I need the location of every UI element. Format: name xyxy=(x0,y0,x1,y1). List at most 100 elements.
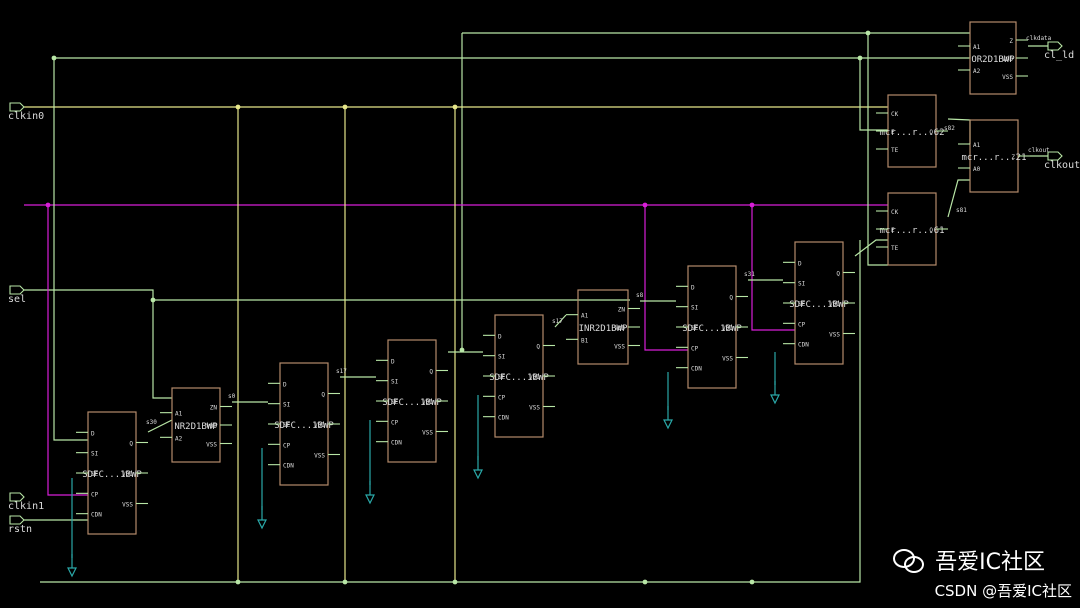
junction-dot xyxy=(342,579,348,585)
pin-label: VDD xyxy=(529,374,540,381)
junction-dot xyxy=(749,202,755,208)
port-clkin0: clkin0 xyxy=(8,102,44,122)
pin-label: VDD xyxy=(314,422,325,429)
pin-label: ZN xyxy=(210,405,218,412)
pin-label: VSS xyxy=(206,442,217,449)
net-label: clkdata xyxy=(1026,35,1052,42)
junction-dot xyxy=(749,579,755,585)
pin-label: CP xyxy=(498,394,506,401)
cell-mux61: mcr...r...61 CK E TE Q xyxy=(876,192,948,266)
cell-mux21: mcr...r...21 A1 A0 Z xyxy=(958,119,1030,193)
pin-label: CP xyxy=(391,419,399,426)
ground-symbol xyxy=(770,394,780,405)
port-label: clkin1 xyxy=(8,501,44,512)
pin-label: E xyxy=(891,227,895,234)
clkin1-drop-2 xyxy=(751,205,795,331)
sel-to-nr2 xyxy=(152,300,172,399)
pin-label: Q xyxy=(429,369,433,376)
net-label: s0 xyxy=(228,393,236,400)
pin-label: A1 xyxy=(175,411,183,418)
pin-label: ZN xyxy=(618,307,626,314)
ground-symbol xyxy=(67,567,77,578)
watermark-sub: CSDN @吾爱IC社区 xyxy=(934,582,1072,600)
pin-label: VSS xyxy=(722,356,733,363)
port-arrow xyxy=(9,285,25,295)
junction-dot xyxy=(452,579,458,585)
pin-label: A2 xyxy=(175,435,183,442)
pin-label: VSS xyxy=(122,502,133,509)
pin-label: Q xyxy=(536,344,540,351)
cell-sdfc2: SDFC...1BWPDSISECPCDNQVDDVSS xyxy=(268,362,340,486)
pin-label: SE xyxy=(798,301,806,308)
cell-inr2: INR2D1BWPA1B1ZNVDDVSS xyxy=(566,289,640,365)
port-clkin1: clkin1 xyxy=(8,492,44,512)
pin-label: Z xyxy=(1011,154,1015,161)
pin-label: Q xyxy=(836,271,840,278)
port-rstn: rstn xyxy=(8,515,32,535)
junction-dot xyxy=(150,297,156,303)
pin-label: TE xyxy=(891,245,899,252)
cell-label: mcr...r...62 xyxy=(879,128,944,138)
rstn-bottom-net xyxy=(40,240,861,583)
pin-label: A0 xyxy=(973,166,981,173)
pin-label: VDD xyxy=(829,301,840,308)
pin-label: CK xyxy=(891,111,899,118)
pin-label: A1 xyxy=(973,142,981,149)
pin-label: CP xyxy=(283,442,291,449)
pin-label: VSS xyxy=(529,405,540,412)
pin-label: CDN xyxy=(91,512,102,519)
watermark-main: 吾爱IC社区 xyxy=(935,550,1045,575)
pin-label: Q xyxy=(929,227,933,234)
port-label: clkout xyxy=(1044,160,1080,171)
net-label: s81 xyxy=(956,207,967,214)
pin-label: CP xyxy=(691,345,699,352)
pin-label: CP xyxy=(798,321,806,328)
net-label: clkout xyxy=(1028,147,1050,154)
cell-sdfc3: SDFC...1BWPDSISECPCDNQVDDVSS xyxy=(376,339,448,463)
or-feedback xyxy=(859,58,888,131)
pin-label: SE xyxy=(283,422,291,429)
pin-label: D xyxy=(691,284,695,291)
ports: clkin0 sel clkin1 rstn cl_ldclkout xyxy=(8,41,1080,535)
pin-label: VSS xyxy=(1002,74,1013,81)
ground-symbol xyxy=(257,519,267,530)
cell-sdfc6: SDFC...1BWPDSISECPCDNQVDDVSS xyxy=(783,241,855,365)
pin-label: D xyxy=(283,381,287,388)
port-arrow xyxy=(9,492,25,502)
schematic-canvas: SDFC...1BWPDSISECPCDNQVDDVSSNR2D1BWPA1A2… xyxy=(8,21,1080,585)
port-label: sel xyxy=(8,294,26,305)
junction-dot xyxy=(45,202,51,208)
net-label: s17 xyxy=(336,368,347,375)
cell-sdfc5: SDFC...1BWPDSISECPCDNQVDDVSS xyxy=(676,265,748,389)
port-arrow xyxy=(9,102,25,112)
pin-label: B1 xyxy=(581,337,589,344)
net-label: s8 xyxy=(636,292,644,299)
pin-label: A2 xyxy=(973,68,981,75)
pin-label: A1 xyxy=(581,313,589,320)
pin-label: VSS xyxy=(314,453,325,460)
cell-mux62: mcr...r...62 CK E TE Q xyxy=(876,94,948,168)
pin-label: SI xyxy=(283,402,291,409)
pin-label: TE xyxy=(891,147,899,154)
port-label: cl_ld xyxy=(1044,50,1074,61)
pin-label: VSS xyxy=(614,344,625,351)
pin-label: VDD xyxy=(722,325,733,332)
pin-label: SE xyxy=(391,399,399,406)
pin-label: SI xyxy=(798,281,806,288)
pin-label: CDN xyxy=(283,463,294,470)
pin-label: D xyxy=(798,260,802,267)
pin-label: SE xyxy=(498,374,506,381)
port-arrow xyxy=(9,515,25,525)
cell-label: mcr...r...21 xyxy=(961,153,1026,163)
pin-label: VDD xyxy=(614,325,625,332)
port-cl_ld: cl_ld xyxy=(1044,41,1074,61)
junction-dot xyxy=(642,579,648,585)
sel-net xyxy=(24,289,630,301)
feedback-to-d1 xyxy=(53,58,88,441)
net-label: s30 xyxy=(146,419,157,426)
pin-label: SI xyxy=(498,354,506,361)
wechat-icon xyxy=(893,547,927,573)
cells: SDFC...1BWPDSISECPCDNQVDDVSSNR2D1BWPA1A2… xyxy=(76,21,1030,535)
ground-symbol xyxy=(365,494,375,505)
cell-sdfc4: SDFC...1BWPDSISECPCDNQVDDVSS xyxy=(483,314,555,438)
